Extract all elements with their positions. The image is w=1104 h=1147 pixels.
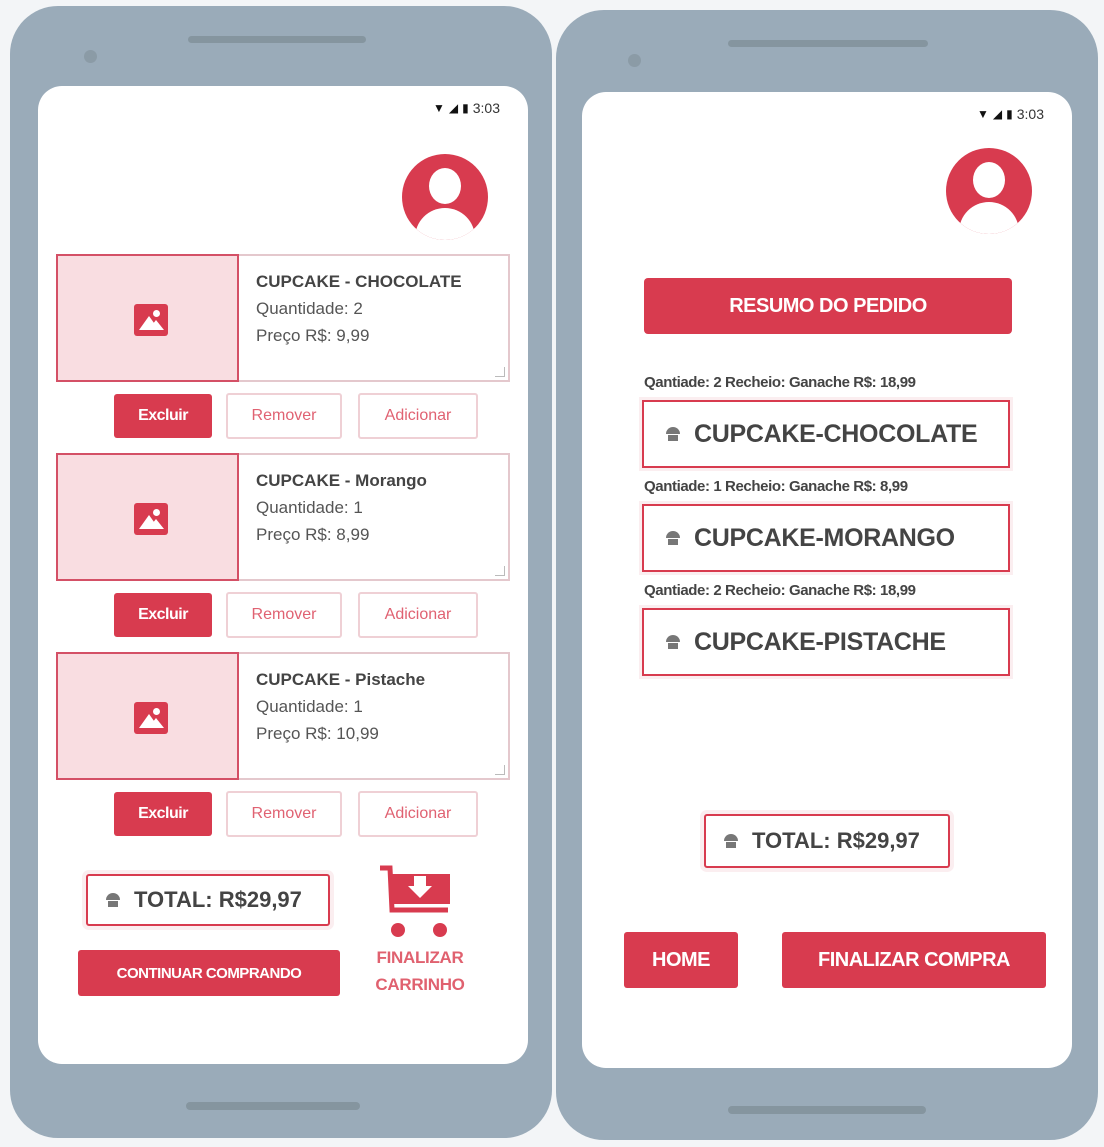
battery-icon: ▮ xyxy=(462,101,469,115)
cupcake-icon xyxy=(666,427,680,441)
item-name: CUPCAKE - CHOCOLATE xyxy=(256,272,462,291)
summary-total: TOTAL: R$29,97 xyxy=(704,814,950,868)
summary-entry: CUPCAKE-CHOCOLATE xyxy=(642,400,1010,468)
wifi-icon: ▼ xyxy=(433,101,445,115)
delete-button[interactable]: Excluir xyxy=(114,792,212,836)
cart-item-card: CUPCAKE - Pistache Quantidade: 1 Preço R… xyxy=(56,652,510,780)
checkout-cart-link[interactable]: FINALIZAR CARRINHO xyxy=(360,944,480,998)
remove-button[interactable]: Remover xyxy=(226,791,342,837)
image-placeholder-icon xyxy=(134,503,168,535)
battery-icon: ▮ xyxy=(1006,107,1013,121)
status-time: 3:03 xyxy=(1016,106,1044,122)
item-name: CUPCAKE - Pistache xyxy=(256,670,426,689)
resize-handle xyxy=(495,367,505,377)
remove-button[interactable]: Remover xyxy=(226,393,342,439)
entry-name: CUPCAKE-MORANGO xyxy=(694,523,955,552)
cupcake-icon xyxy=(666,531,680,545)
cart-item-card: CUPCAKE - Morango Quantidade: 1 Preço R$… xyxy=(56,453,510,581)
item-quantity: Quantidade: 1 xyxy=(256,498,363,517)
entry-detail: Qantiade: 2 Recheio: Ganache R$: 18,99 xyxy=(644,374,916,391)
add-button[interactable]: Adicionar xyxy=(358,393,478,439)
phone-cart: ▼ ◢ ▮ 3:03 CUPCAKE - CHOCOLATE Quantidad… xyxy=(10,6,552,1138)
status-time: 3:03 xyxy=(472,100,500,116)
entry-detail: Qantiade: 2 Recheio: Ganache R$: 18,99 xyxy=(644,582,916,599)
summary-entry: CUPCAKE-MORANGO xyxy=(642,504,1010,572)
entry-name: CUPCAKE-PISTACHE xyxy=(694,627,946,656)
signal-icon: ◢ xyxy=(992,107,1003,121)
product-image xyxy=(56,652,239,780)
image-placeholder-icon xyxy=(134,304,168,336)
camera-dot xyxy=(628,54,641,67)
resize-handle xyxy=(495,566,505,576)
remove-button[interactable]: Remover xyxy=(226,592,342,638)
image-placeholder-icon xyxy=(134,702,168,734)
cupcake-icon xyxy=(724,834,738,848)
camera-dot xyxy=(84,50,97,63)
status-bar: ▼ ◢ ▮ 3:03 xyxy=(977,106,1044,122)
checkout-label-line1: FINALIZAR xyxy=(376,948,464,967)
add-button[interactable]: Adicionar xyxy=(358,791,478,837)
delete-button[interactable]: Excluir xyxy=(114,394,212,438)
entry-name: CUPCAKE-CHOCOLATE xyxy=(694,419,978,448)
finish-purchase-button[interactable]: FINALIZAR COMPRA xyxy=(782,932,1046,988)
summary-entry: CUPCAKE-PISTACHE xyxy=(642,608,1010,676)
speaker-grille xyxy=(728,40,928,47)
avatar-icon[interactable] xyxy=(402,154,488,240)
entry-detail: Qantiade: 1 Recheio: Ganache R$: 8,99 xyxy=(644,478,908,495)
item-quantity: Quantidade: 1 xyxy=(256,697,363,716)
item-price: Preço R$: 8,99 xyxy=(256,525,370,544)
product-image xyxy=(56,453,239,581)
total-text: TOTAL: R$29,97 xyxy=(134,887,302,912)
item-name: CUPCAKE - Morango xyxy=(256,471,427,490)
wifi-icon: ▼ xyxy=(977,107,989,121)
cupcake-icon xyxy=(106,893,120,907)
total-text: TOTAL: R$29,97 xyxy=(752,828,920,853)
phone-summary: ▼ ◢ ▮ 3:03 RESUMO DO PEDIDO Qantiade: 2 … xyxy=(556,10,1098,1140)
home-indicator xyxy=(186,1102,360,1110)
checkout-label-line2: CARRINHO xyxy=(375,975,465,994)
continue-shopping-button[interactable]: CONTINUAR COMPRANDO xyxy=(78,950,340,996)
order-summary-button[interactable]: RESUMO DO PEDIDO xyxy=(644,278,1012,334)
avatar-icon[interactable] xyxy=(946,148,1032,234)
cart-total: TOTAL: R$29,97 xyxy=(86,874,330,926)
delete-button[interactable]: Excluir xyxy=(114,593,212,637)
item-quantity: Quantidade: 2 xyxy=(256,299,363,318)
summary-screen: ▼ ◢ ▮ 3:03 RESUMO DO PEDIDO Qantiade: 2 … xyxy=(582,92,1072,1068)
cart-download-icon[interactable] xyxy=(378,862,458,940)
resize-handle xyxy=(495,765,505,775)
home-indicator xyxy=(728,1106,926,1114)
speaker-grille xyxy=(188,36,366,43)
cart-screen: ▼ ◢ ▮ 3:03 CUPCAKE - CHOCOLATE Quantidad… xyxy=(38,86,528,1064)
item-price: Preço R$: 9,99 xyxy=(256,326,370,345)
status-bar: ▼ ◢ ▮ 3:03 xyxy=(433,100,500,116)
home-button[interactable]: HOME xyxy=(624,932,738,988)
item-price: Preço R$: 10,99 xyxy=(256,724,379,743)
product-image xyxy=(56,254,239,382)
add-button[interactable]: Adicionar xyxy=(358,592,478,638)
cart-item-card: CUPCAKE - CHOCOLATE Quantidade: 2 Preço … xyxy=(56,254,510,382)
signal-icon: ◢ xyxy=(448,101,459,115)
cupcake-icon xyxy=(666,635,680,649)
